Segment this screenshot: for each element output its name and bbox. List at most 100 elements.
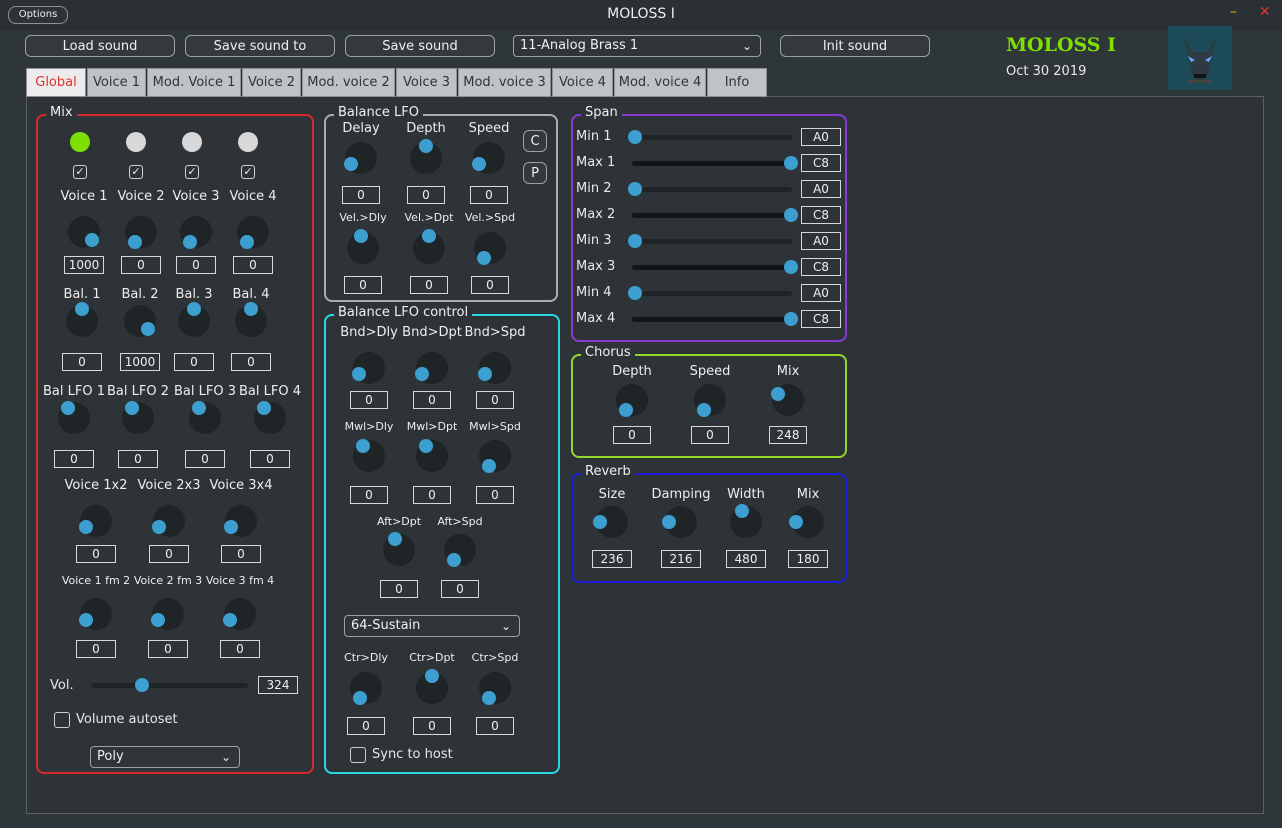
volume-value[interactable]: 324: [258, 676, 298, 694]
span-slider-handle[interactable]: [628, 130, 642, 144]
modwheel-mod-value[interactable]: 0: [413, 486, 451, 504]
chorus-knob[interactable]: [694, 384, 726, 418]
velocity-mod-value[interactable]: 0: [471, 276, 509, 294]
balance-value[interactable]: 0: [174, 353, 214, 371]
balance-knob[interactable]: [66, 302, 98, 337]
voice-fm-knob[interactable]: [222, 598, 256, 630]
tab-voice-1[interactable]: Voice 1: [87, 68, 146, 97]
controller-mod-value[interactable]: 0: [413, 717, 451, 735]
tab-voice-4[interactable]: Voice 4: [552, 68, 613, 97]
velocity-mod-knob[interactable]: [347, 229, 379, 264]
span-slider-handle[interactable]: [628, 234, 642, 248]
velocity-mod-knob[interactable]: [413, 229, 445, 264]
options-button[interactable]: Options: [8, 6, 68, 24]
balance-lfo-value[interactable]: 0: [185, 450, 225, 468]
span-note-value[interactable]: C8: [801, 258, 841, 276]
velocity-mod-value[interactable]: 0: [344, 276, 382, 294]
balance-lfo-knob[interactable]: [189, 400, 221, 434]
controller-mod-value[interactable]: 0: [476, 717, 514, 735]
tab-mod-voice-4[interactable]: Mod. voice 4: [614, 68, 706, 97]
voice-enable-checkbox[interactable]: ✓: [129, 165, 143, 179]
span-slider[interactable]: [632, 312, 798, 326]
balance-knob[interactable]: [178, 302, 210, 337]
balance-lfo-value[interactable]: 0: [250, 450, 290, 468]
span-slider-handle[interactable]: [784, 260, 798, 274]
chorus-value[interactable]: 0: [613, 426, 651, 444]
balance-lfo-value[interactable]: 0: [54, 450, 94, 468]
balance-lfo-knob[interactable]: [122, 400, 154, 434]
tab-mod-voice-3[interactable]: Mod. voice 3: [458, 68, 551, 97]
reverb-knob[interactable]: [593, 506, 628, 538]
aftertouch-mod-knob[interactable]: [444, 534, 476, 568]
paste-button[interactable]: P: [523, 162, 547, 184]
tab-voice-2[interactable]: Voice 2: [242, 68, 301, 97]
voice-enable-checkbox[interactable]: ✓: [241, 165, 255, 179]
modwheel-mod-knob[interactable]: [416, 438, 448, 472]
reverb-knob[interactable]: [789, 506, 824, 538]
span-note-value[interactable]: A0: [801, 180, 841, 198]
bend-mod-knob[interactable]: [351, 352, 385, 384]
span-note-value[interactable]: A0: [801, 232, 841, 250]
voice-enable-checkbox[interactable]: ✓: [185, 165, 199, 179]
bend-mod-knob[interactable]: [414, 352, 448, 384]
span-note-value[interactable]: C8: [801, 310, 841, 328]
voice-cross-knob[interactable]: [151, 505, 185, 537]
voice-fm-value[interactable]: 0: [76, 640, 116, 658]
span-slider-handle[interactable]: [784, 312, 798, 326]
tab-global[interactable]: Global: [26, 68, 86, 97]
balance-lfo-value[interactable]: 0: [407, 186, 445, 204]
bend-mod-knob[interactable]: [477, 352, 511, 384]
load-sound-button[interactable]: Load sound: [25, 35, 175, 57]
minimize-icon[interactable]: –: [1230, 4, 1237, 20]
voice-enable-checkbox[interactable]: ✓: [73, 165, 87, 179]
aftertouch-mod-value[interactable]: 0: [380, 580, 418, 598]
save-sound-to-button[interactable]: Save sound to: [185, 35, 335, 57]
voice-fm-value[interactable]: 0: [148, 640, 188, 658]
controller-mod-knob[interactable]: [350, 672, 382, 706]
span-slider[interactable]: [628, 182, 792, 196]
reverb-value[interactable]: 216: [661, 550, 701, 568]
voice-level-knob[interactable]: [125, 216, 157, 250]
voice-level-knob[interactable]: [237, 216, 269, 250]
voice-cross-knob[interactable]: [78, 505, 112, 537]
volume-slider[interactable]: [92, 678, 248, 692]
voice-cross-knob[interactable]: [223, 505, 257, 537]
bend-mod-value[interactable]: 0: [413, 391, 451, 409]
voice-cross-value[interactable]: 0: [149, 545, 189, 563]
span-slider-handle[interactable]: [628, 286, 642, 300]
voice-level-knob[interactable]: [68, 216, 100, 248]
span-slider[interactable]: [628, 286, 792, 300]
controller-mod-value[interactable]: 0: [347, 717, 385, 735]
close-icon[interactable]: ✕: [1259, 4, 1271, 20]
tab-voice-3[interactable]: Voice 3: [396, 68, 457, 97]
balance-value[interactable]: 0: [231, 353, 271, 371]
bend-mod-value[interactable]: 0: [350, 391, 388, 409]
balance-value[interactable]: 1000: [120, 353, 160, 371]
controller-mod-knob[interactable]: [416, 669, 448, 704]
span-note-value[interactable]: A0: [801, 284, 841, 302]
span-slider-handle[interactable]: [628, 182, 642, 196]
span-slider[interactable]: [632, 156, 798, 170]
voice-fm-knob[interactable]: [78, 598, 112, 630]
span-note-value[interactable]: C8: [801, 154, 841, 172]
voice-mode-select[interactable]: Poly ⌄: [90, 746, 240, 768]
voice-level-value[interactable]: 0: [121, 256, 161, 274]
voice-fm-value[interactable]: 0: [220, 640, 260, 658]
span-slider-handle[interactable]: [784, 208, 798, 222]
volume-slider-handle[interactable]: [134, 678, 149, 692]
balance-lfo-knob[interactable]: [58, 400, 90, 434]
save-sound-button[interactable]: Save sound: [345, 35, 495, 57]
balance-lfo-knob[interactable]: [343, 142, 377, 174]
tab-mod-voice-2[interactable]: Mod. voice 2: [302, 68, 395, 97]
balance-lfo-knob[interactable]: [254, 400, 286, 434]
span-slider-handle[interactable]: [784, 156, 798, 170]
span-slider[interactable]: [632, 260, 798, 274]
preset-select[interactable]: 11-Analog Brass 1 ⌄: [513, 35, 761, 57]
balance-lfo-value[interactable]: 0: [470, 186, 508, 204]
modwheel-mod-knob[interactable]: [353, 438, 385, 472]
balance-knob[interactable]: [124, 305, 156, 337]
span-note-value[interactable]: A0: [801, 128, 841, 146]
span-slider[interactable]: [628, 130, 792, 144]
chorus-knob[interactable]: [770, 384, 804, 416]
volume-autoset-checkbox[interactable]: [54, 712, 70, 728]
